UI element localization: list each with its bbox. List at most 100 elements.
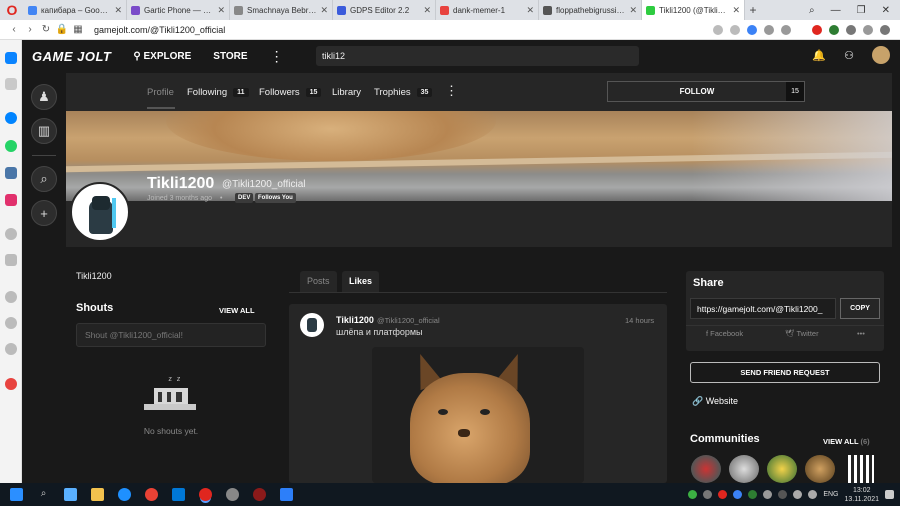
browser-tab-active[interactable]: Tikli1200 (@Tikli1200_o...✕ xyxy=(642,0,745,20)
menu-icon[interactable] xyxy=(880,24,890,35)
follow-button[interactable]: FOLLOW 15 xyxy=(607,81,805,102)
heart-icon[interactable] xyxy=(5,291,17,303)
gamejolt-logo[interactable]: GAME JOLT xyxy=(32,49,111,64)
tab-followers[interactable]: Followers 15 xyxy=(259,87,322,98)
post-username[interactable]: Tikli1200 xyxy=(336,315,374,325)
search-tabs-icon[interactable]: ⌕ xyxy=(809,5,815,16)
file-explorer-icon[interactable] xyxy=(91,488,104,501)
website-link[interactable]: 🔗 Website xyxy=(692,396,738,407)
volume-icon[interactable] xyxy=(808,490,818,499)
tab-profile[interactable]: Profile xyxy=(147,87,174,98)
tab-likes[interactable]: Likes xyxy=(342,271,380,292)
nvidia-icon[interactable] xyxy=(748,490,758,499)
tab-library[interactable]: Library xyxy=(332,87,361,98)
send-icon[interactable] xyxy=(5,254,17,266)
close-icon[interactable]: ✕ xyxy=(526,5,534,16)
maximize-icon[interactable]: ❐ xyxy=(857,5,866,16)
close-icon[interactable]: ✕ xyxy=(629,5,637,16)
app-icon[interactable] xyxy=(253,488,266,501)
store-link[interactable]: STORE xyxy=(213,51,247,62)
community-icon[interactable] xyxy=(729,455,759,483)
window-close-icon[interactable]: ✕ xyxy=(882,5,890,16)
communities-view-all-link[interactable]: VIEW ALL (6) xyxy=(823,437,870,446)
tray-icon[interactable] xyxy=(703,490,713,499)
search-input[interactable]: tikli12 xyxy=(316,46,639,66)
adblock-icon[interactable] xyxy=(812,24,822,35)
extension-icon[interactable] xyxy=(829,24,839,35)
system-clock[interactable]: 13:02 13.11.2021 xyxy=(844,486,879,504)
opera-logo-icon[interactable]: O xyxy=(0,0,24,20)
notifications-bell-icon[interactable]: 🔔 xyxy=(812,49,826,62)
player-icon[interactable] xyxy=(5,228,17,240)
bluetooth-icon[interactable] xyxy=(733,490,743,499)
reload-icon[interactable]: ↻ xyxy=(38,24,54,35)
back-icon[interactable]: ‹ xyxy=(6,24,22,35)
heart-icon[interactable] xyxy=(764,24,774,35)
home-icon[interactable] xyxy=(5,78,17,90)
browser-tab[interactable]: floppathebigrussiancat...✕ xyxy=(539,0,642,20)
community-cat-icon[interactable] xyxy=(805,455,835,483)
vk-icon[interactable] xyxy=(5,167,17,179)
wallet-icon[interactable] xyxy=(863,24,873,35)
friends-icon[interactable]: ⚇ xyxy=(844,49,854,62)
chrome-icon[interactable] xyxy=(145,488,158,501)
close-icon[interactable]: ✕ xyxy=(423,5,431,16)
post-timestamp[interactable]: 14 hours xyxy=(625,316,654,325)
search-icon[interactable]: ⌕ xyxy=(37,488,50,501)
library-icon[interactable]: ▥ xyxy=(31,118,57,144)
extension-icon[interactable] xyxy=(713,24,723,35)
vpn-icon[interactable] xyxy=(747,24,757,35)
speed-dial-icon[interactable]: ▦ xyxy=(70,24,86,35)
browser-tab[interactable]: Smachnaya Bebra - Rob...✕ xyxy=(230,0,333,20)
profile-more-icon[interactable]: ⋮ xyxy=(445,83,458,99)
extension-icon[interactable] xyxy=(846,24,856,35)
history-icon[interactable] xyxy=(5,317,17,329)
tray-icon[interactable] xyxy=(778,490,788,499)
skype-icon[interactable] xyxy=(172,488,185,501)
profile-avatar[interactable] xyxy=(70,182,130,242)
owned-game-icon[interactable]: ♟ xyxy=(31,84,57,110)
minimize-icon[interactable]: — xyxy=(831,5,841,16)
tab-trophies[interactable]: Trophies 35 xyxy=(374,87,433,98)
browser-tab[interactable]: GDPS Editor 2.2 ✕ xyxy=(333,0,436,20)
instagram-icon[interactable] xyxy=(5,194,17,206)
windows-start-icon[interactable] xyxy=(10,488,23,501)
send-friend-request-button[interactable]: SEND FRIEND REQUEST xyxy=(690,362,880,383)
whatsapp-icon[interactable] xyxy=(5,140,17,152)
more-share-button[interactable]: ••• xyxy=(857,329,865,338)
close-icon[interactable]: ✕ xyxy=(732,5,740,16)
twitter-share-button[interactable]: 🕊 Twitter xyxy=(785,329,819,338)
browser-tab[interactable]: капибара – Google Пои...✕ xyxy=(24,0,127,20)
more-icon[interactable]: ⋮ xyxy=(270,48,284,65)
search-icon[interactable]: ⌕ xyxy=(31,166,57,192)
add-icon[interactable]: + xyxy=(31,200,57,226)
browser-tab[interactable]: Gartic Phone — испорч...✕ xyxy=(127,0,230,20)
close-icon[interactable]: ✕ xyxy=(217,5,225,16)
location-icon[interactable] xyxy=(5,378,17,390)
tab-posts[interactable]: Posts xyxy=(300,271,337,292)
post-image[interactable] xyxy=(372,347,584,483)
community-qr-icon[interactable] xyxy=(848,455,874,483)
notification-center-icon[interactable] xyxy=(885,490,894,499)
close-icon[interactable]: ✕ xyxy=(114,5,122,16)
workspace-icon[interactable] xyxy=(5,52,17,64)
camera-icon[interactable] xyxy=(730,24,740,35)
explore-link[interactable]: ⚲ EXPLORE xyxy=(133,51,191,62)
share-url-field[interactable]: https://gamejolt.com/@Tikli1200_ xyxy=(690,298,836,319)
facebook-share-button[interactable]: f Facebook xyxy=(706,329,743,338)
settings-icon[interactable] xyxy=(5,343,17,355)
tray-icon[interactable] xyxy=(718,490,728,499)
taskview-icon[interactable] xyxy=(64,488,77,501)
bookmark-icon[interactable] xyxy=(781,24,791,35)
opera-taskbar-icon[interactable] xyxy=(199,488,212,501)
url-field[interactable]: gamejolt.com/@Tikli1200_official xyxy=(94,25,225,35)
language-indicator[interactable]: ENG xyxy=(823,491,838,498)
community-among-us-icon[interactable] xyxy=(691,455,721,483)
community-icon[interactable] xyxy=(767,455,797,483)
tray-icon[interactable] xyxy=(688,490,698,499)
messenger-icon[interactable] xyxy=(5,112,17,124)
shouts-view-all-link[interactable]: VIEW ALL xyxy=(219,306,255,315)
shout-input[interactable]: Shout @Tikli1200_official! xyxy=(76,323,266,347)
user-avatar[interactable] xyxy=(872,46,890,64)
post-avatar[interactable] xyxy=(300,313,324,337)
